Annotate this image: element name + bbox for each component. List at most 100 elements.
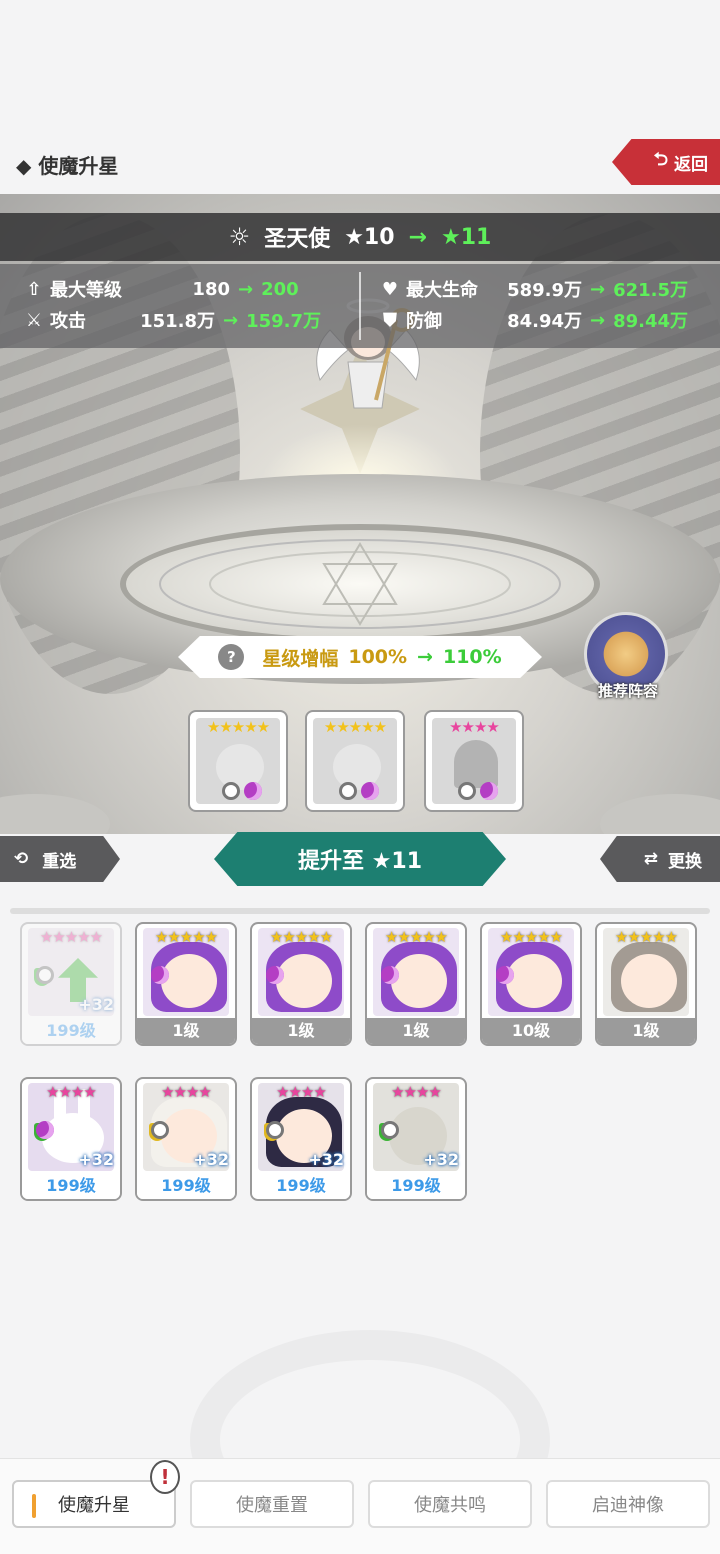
magic-circle <box>120 524 600 644</box>
character-face <box>391 954 447 1008</box>
arrow-right-icon: → <box>417 646 433 668</box>
back-button[interactable]: ⮌ 返回 <box>612 139 720 185</box>
arrow-right-icon: → <box>223 309 239 331</box>
card-stars: ★★★★ <box>161 1083 212 1101</box>
moon-element-icon <box>381 966 399 984</box>
stat-from: 151.8万 <box>140 311 215 332</box>
moon-element-icon <box>244 782 262 800</box>
tab-label: 启迪神像 <box>592 1495 664 1516</box>
tab-familiar-reset[interactable]: 使魔重置 <box>190 1480 354 1528</box>
card-stars: ★★★★★ <box>154 928 218 946</box>
tab-label: 使魔重置 <box>236 1495 308 1516</box>
magic-circle-icon <box>159 539 561 629</box>
stats-panel: ⇧ 最大等级 180 → 200 ⚔ 攻击 151.8万 → 159.7万 ♥ … <box>0 264 720 348</box>
material-slot[interactable]: ★★★★ <box>424 710 524 812</box>
familiar-card[interactable]: ★★★★ +32 199级 <box>20 1077 122 1201</box>
return-arrow-icon: ⮌ <box>653 149 668 170</box>
card-level: 199级 <box>252 1173 350 1199</box>
character-face <box>621 954 677 1008</box>
name-bar: ☼ 圣天使 ★10 → ★11 <box>0 213 720 261</box>
familiar-card[interactable]: ★★★★★ 1级 <box>250 922 352 1046</box>
card-level: 199级 <box>367 1173 465 1199</box>
moon-element-icon <box>266 966 284 984</box>
reselect-label: 重选 <box>42 851 77 872</box>
card-stars: ★★★★★ <box>39 928 103 946</box>
card-stars: ★★★★ <box>46 1083 97 1101</box>
slot-stars: ★★★★ <box>449 718 500 736</box>
stat-attack: ⚔ 攻击 151.8万 → 159.7万 <box>22 305 321 335</box>
familiar-card[interactable]: ★★★★ +32 199级 <box>135 1077 237 1201</box>
material-slot[interactable]: ★★★★★ <box>188 710 288 812</box>
arrow-right-icon: → <box>590 278 606 300</box>
light-element-icon <box>151 1121 169 1139</box>
swap-icon: ⇄ <box>643 849 658 869</box>
stat-to: 621.5万 <box>613 280 689 301</box>
light-element-icon <box>381 1121 399 1139</box>
arrow-right-icon: → <box>590 309 606 331</box>
card-level: 10级 <box>482 1018 580 1044</box>
familiar-card[interactable]: ★★★★★ +32 199级 <box>20 922 122 1046</box>
card-stars: ★★★★★ <box>614 928 678 946</box>
swap-button[interactable]: ⇄ 更换 <box>600 836 720 882</box>
card-level: 199级 <box>137 1173 235 1199</box>
material-slot[interactable]: ★★★★★ <box>305 710 405 812</box>
stat-from: 180 <box>192 278 230 300</box>
star-from: ★10 <box>344 224 395 250</box>
card-plus: +32 <box>423 1150 459 1169</box>
slot-stars: ★★★★★ <box>206 718 270 736</box>
familiar-card[interactable]: ★★★★ +32 199级 <box>365 1077 467 1201</box>
left-pillar-decoration <box>0 794 110 834</box>
card-plus: +32 <box>193 1150 229 1169</box>
scroll-track[interactable] <box>10 908 710 914</box>
swap-label: 更换 <box>668 851 702 872</box>
star-amp-from: 100% <box>348 646 408 668</box>
familiar-card[interactable]: ★★★★★ 1级 <box>595 922 697 1046</box>
stat-to: 159.7万 <box>246 311 322 332</box>
recommend-lineup-button[interactable]: 推荐阵容 <box>584 612 672 702</box>
light-element-icon <box>222 782 240 800</box>
help-icon[interactable]: ? <box>218 644 245 670</box>
alert-badge-icon: ! <box>150 1460 180 1494</box>
slot-stars: ★★★★★ <box>323 718 387 736</box>
reselect-button[interactable]: ⟲ 重选 <box>0 836 120 882</box>
stat-from: 589.9万 <box>507 280 582 301</box>
card-level: 1级 <box>252 1018 350 1044</box>
light-element-icon <box>458 782 476 800</box>
familiar-card[interactable]: ★★★★★ 1级 <box>365 922 467 1046</box>
stat-from: 84.94万 <box>507 311 582 332</box>
tab-familiar-resonance[interactable]: 使魔共鸣 <box>368 1480 532 1528</box>
star-amplification-banner: ? 星级增幅 100% → 110% <box>178 636 542 678</box>
moon-element-icon <box>151 966 169 984</box>
tab-familiar-star-up[interactable]: 使魔升星 <box>12 1480 176 1528</box>
stat-to: 200 <box>261 278 299 300</box>
card-level: 199级 <box>22 1173 120 1199</box>
card-plus: +32 <box>78 1150 114 1169</box>
familiar-card[interactable]: ★★★★★ 1级 <box>135 922 237 1046</box>
tab-enlightenment-statue[interactable]: 启迪神像 <box>546 1480 710 1528</box>
refresh-icon: ⟲ <box>14 849 29 869</box>
card-stars: ★★★★★ <box>269 928 333 946</box>
right-pillar-decoration <box>600 794 720 834</box>
star-amp-label: 星级增幅 <box>262 647 339 670</box>
page-title: ◆ 使魔升星 <box>16 154 119 178</box>
card-stars: ★★★★★ <box>384 928 448 946</box>
heart-icon: ♥ <box>381 278 399 300</box>
stat-to: 89.44万 <box>613 311 689 332</box>
light-element-icon: ☼ <box>228 223 251 251</box>
promote-button[interactable]: 提升至 ★11 <box>214 832 506 886</box>
character-name: 圣天使 <box>264 227 331 252</box>
stat-label: 最大等级 <box>50 280 122 301</box>
arrow-right-icon: → <box>408 224 427 250</box>
recommend-label: 推荐阵容 <box>597 682 658 700</box>
back-label: 返回 <box>674 154 708 175</box>
stats-divider <box>359 272 361 340</box>
stat-label: 防御 <box>406 311 442 332</box>
familiar-card[interactable]: ★★★★★ 10级 <box>480 922 582 1046</box>
star-amp-to: 110% <box>442 646 502 668</box>
card-stars: ★★★★ <box>391 1083 442 1101</box>
familiar-card[interactable]: ★★★★ +32 199级 <box>250 1077 352 1201</box>
stat-label: 攻击 <box>50 311 86 332</box>
card-stars: ★★★★ <box>276 1083 327 1101</box>
card-plus: +32 <box>78 995 114 1014</box>
level-up-arrow-icon: ⇧ <box>26 278 42 300</box>
